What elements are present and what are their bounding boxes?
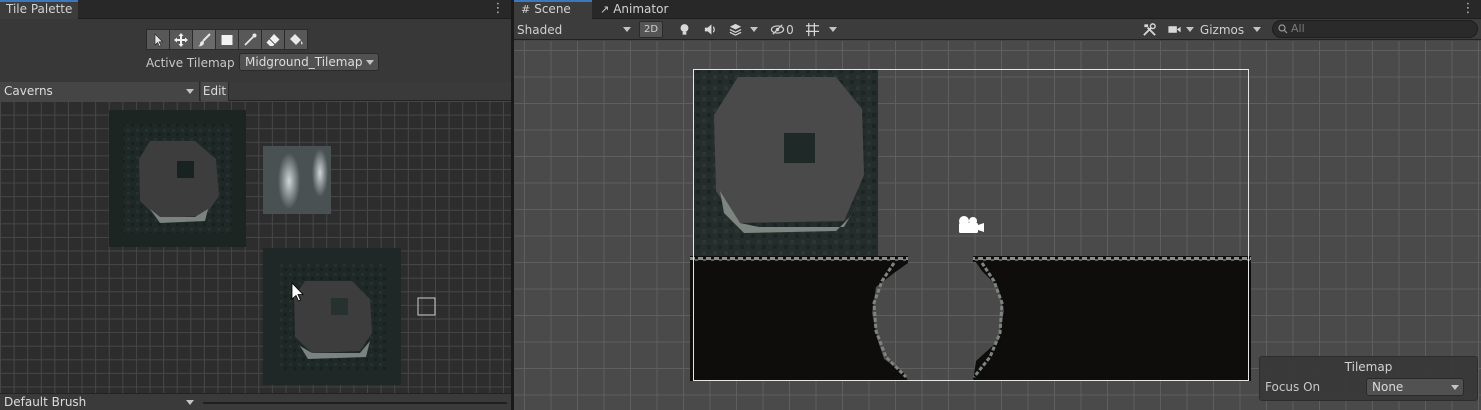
tab-tile-palette-label: Tile Palette [6, 2, 73, 16]
tilemap-overlay-title: Tilemap [1344, 360, 1393, 374]
brush-value: Default Brush [4, 395, 87, 409]
tile-palette-menu-icon[interactable]: ⋮ [491, 1, 505, 18]
shading-mode-value: Shaded [517, 22, 563, 37]
palette-tile-cave-room[interactable] [109, 110, 246, 247]
tab-scene-label: Scene [534, 2, 571, 16]
hidden-count: 0 [786, 22, 794, 37]
focus-on-value: None [1372, 380, 1404, 394]
grid-snap-toggle[interactable] [803, 20, 821, 39]
lighting-toggle[interactable] [675, 20, 693, 39]
scene-menu-icon[interactable]: ⋮ [1461, 1, 1475, 18]
effects-toggle[interactable] [726, 20, 744, 39]
palette-edit-label: Edit [202, 84, 227, 98]
box-fill-icon [221, 34, 233, 45]
eye-slash-icon [770, 24, 785, 35]
paint-bucket-icon [290, 33, 303, 45]
scene-window: # Scene ↗ Animator ⋮ Shaded 2D 0 Gizmos … [514, 0, 1481, 410]
select-arrow-icon [154, 32, 164, 47]
brush-dropdown[interactable]: Default Brush [0, 394, 200, 410]
toggle-2d-label: 2D [643, 24, 659, 35]
scene-search-placeholder: All [1291, 22, 1305, 35]
erase-tool-button[interactable] [261, 29, 285, 50]
grid-snap-dropdown[interactable] [827, 20, 839, 39]
camera-dropdown[interactable] [1184, 20, 1196, 39]
palette-tile-cave-floor[interactable] [263, 248, 401, 385]
search-icon [1278, 24, 1288, 34]
gizmos-dropdown[interactable] [1250, 20, 1264, 39]
focus-on-dropdown[interactable]: None [1366, 378, 1464, 396]
select-tool-button[interactable] [146, 29, 170, 50]
eraser-icon [266, 33, 280, 46]
move-tool-button[interactable] [169, 29, 193, 50]
scene-toolbar: Shaded 2D 0 Gizmos All [514, 19, 1481, 40]
palette-tiles [109, 110, 436, 385]
chevron-down-icon [186, 400, 194, 405]
gizmos-button[interactable]: Gizmos [1198, 20, 1246, 39]
palette-value: Caverns [4, 84, 53, 98]
tab-scene[interactable]: # Scene [514, 0, 592, 19]
toggle-2d-button[interactable]: 2D [639, 21, 663, 38]
eyedropper-icon [244, 33, 257, 46]
camera-gizmo-icon[interactable] [959, 216, 984, 233]
palette-dropdown[interactable]: Caverns [0, 82, 200, 101]
chevron-down-icon [186, 89, 194, 94]
active-tilemap-value: Midground_Tilemap [245, 55, 363, 69]
audio-toggle[interactable] [701, 20, 719, 39]
paint-brush-icon [198, 32, 211, 46]
ground-tiles[interactable] [690, 256, 1251, 381]
tab-animator[interactable]: ↗ Animator [594, 0, 674, 19]
lightbulb-icon [680, 24, 688, 35]
palette-selector-bar: Caverns Edit [0, 82, 511, 101]
flood-fill-tool-button[interactable] [284, 29, 308, 50]
paint-brush-tool-button[interactable] [192, 29, 216, 50]
animator-icon: ↗ [600, 3, 610, 16]
grid-snap-icon [805, 22, 819, 37]
shading-mode-dropdown[interactable]: Shaded [516, 20, 634, 39]
chevron-down-icon [623, 27, 631, 32]
layers-icon [729, 23, 741, 36]
scene-search-input[interactable]: All [1272, 20, 1478, 38]
tab-animator-label: Animator [613, 2, 669, 16]
tools-toggle[interactable] [1140, 20, 1158, 39]
tile-palette-tabbar: Tile Palette ⋮ [0, 0, 511, 19]
pick-tool-button[interactable] [238, 29, 262, 50]
cave-room-tiles[interactable] [693, 69, 878, 259]
tile-palette-window: Tile Palette ⋮ Active Tilemap Midground_… [0, 0, 511, 410]
active-tilemap-label: Active Tilemap [146, 56, 235, 70]
brush-bar: Default Brush [0, 393, 511, 410]
tools-icon [1142, 23, 1156, 36]
video-camera-icon [1167, 26, 1181, 33]
palette-tile-grid[interactable] [0, 101, 511, 393]
palette-edit-button[interactable]: Edit [201, 82, 229, 101]
chevron-down-icon [1253, 27, 1261, 32]
chevron-down-icon [1186, 27, 1194, 32]
scene-viewport[interactable] [514, 41, 1481, 410]
hidden-objects-toggle[interactable]: 0 [767, 20, 797, 39]
box-fill-tool-button[interactable] [215, 29, 239, 50]
focus-on-label: Focus On [1265, 380, 1321, 394]
tilemap-overlay-panel: Tilemap Focus On None [1259, 356, 1478, 401]
scene-tabbar: # Scene ↗ Animator ⋮ [514, 0, 1481, 19]
grid-icon: # [521, 3, 531, 16]
palette-tile-empty-slot[interactable] [417, 297, 436, 316]
camera-toggle[interactable] [1165, 20, 1183, 39]
active-tilemap-dropdown[interactable]: Midground_Tilemap [239, 53, 380, 71]
scene-content [690, 69, 1251, 381]
palette-tile-fog[interactable] [263, 146, 331, 214]
effects-dropdown[interactable] [748, 20, 760, 39]
tab-tile-palette[interactable]: Tile Palette [0, 0, 79, 19]
gizmos-label: Gizmos [1199, 22, 1245, 37]
chevron-down-icon [1451, 385, 1459, 390]
speaker-icon [704, 24, 715, 35]
chevron-down-icon [829, 27, 837, 32]
tile-palette-toolbar [146, 29, 308, 50]
chevron-down-icon [750, 27, 758, 32]
brush-splitter[interactable] [203, 402, 507, 404]
chevron-down-icon [366, 60, 375, 65]
move-arrows-icon [174, 32, 188, 47]
